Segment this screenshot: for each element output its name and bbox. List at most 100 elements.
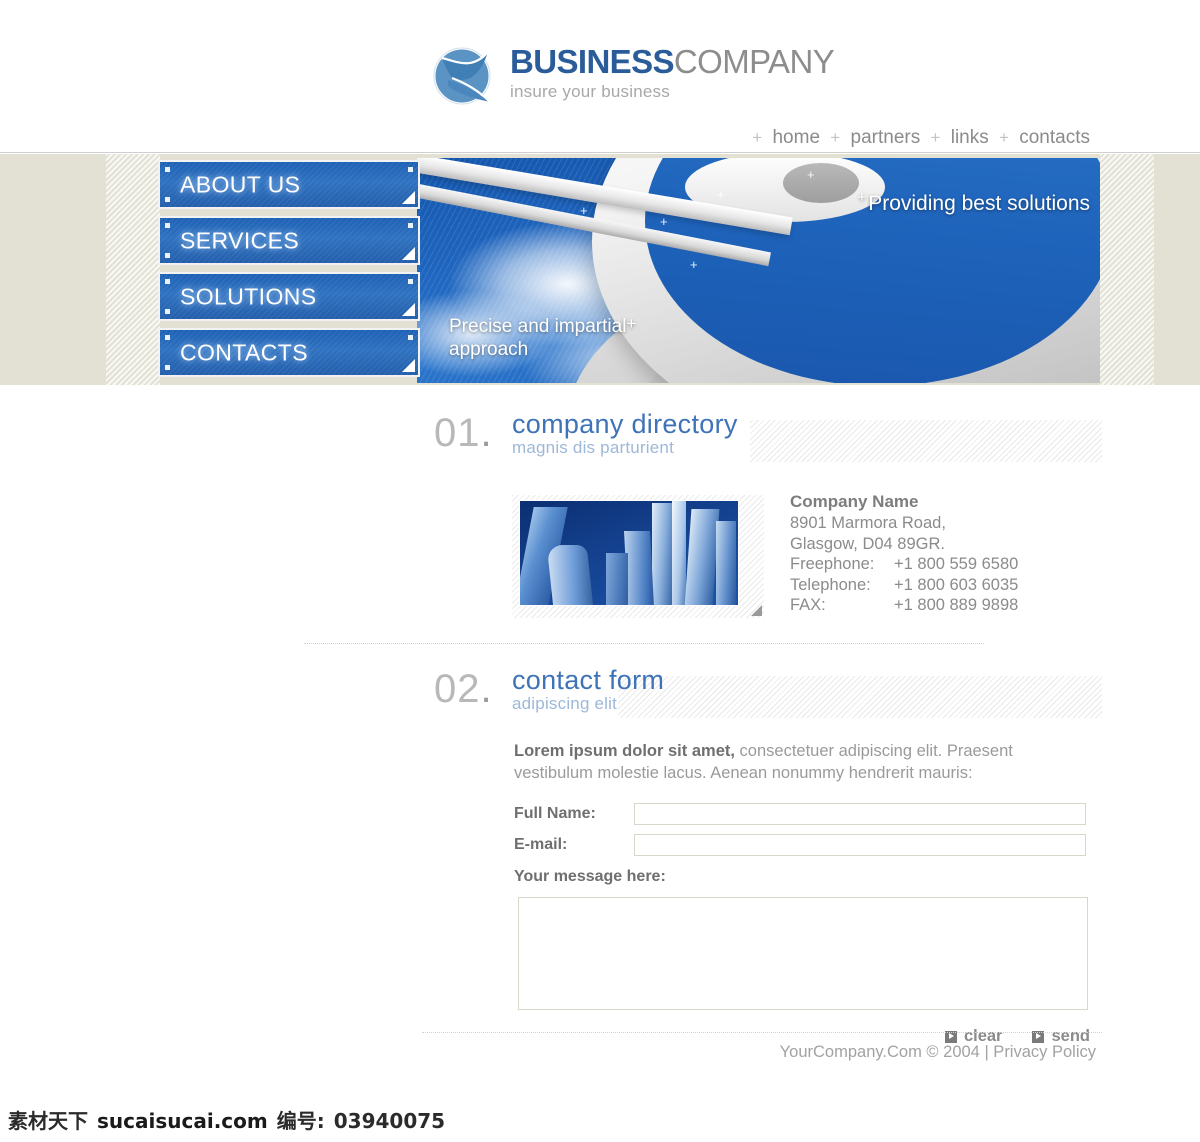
top-navigation: + home + partners + links + contacts: [749, 127, 1092, 149]
building-shape: [672, 501, 686, 605]
nav-separator-icon: +: [752, 128, 763, 147]
section-number-dot: .: [480, 411, 493, 455]
form-intro-text: Lorem ipsum dolor sit amet, consectetuer…: [514, 741, 1070, 784]
message-label: Your message here:: [514, 868, 666, 885]
corner-mark-icon: [408, 279, 413, 284]
section-title: company directory: [512, 409, 738, 439]
fullname-label: Full Name:: [514, 805, 596, 822]
company-freephone: Freephone: +1 800 559 6580: [790, 554, 1018, 575]
nav-link-partners[interactable]: partners: [849, 127, 923, 148]
corner-mark-icon: [165, 279, 170, 284]
building-shape: [546, 545, 594, 605]
banner-caption-left-line1: Precise and impartial+: [449, 314, 637, 338]
nav-link-contacts[interactable]: contacts: [1017, 127, 1092, 148]
sidebar-item-services[interactable]: SERVICES: [158, 216, 420, 265]
telephone-value: +1 800 603 6035: [894, 575, 1019, 594]
building-shape: [716, 521, 736, 605]
sidebar-item-about-us[interactable]: ABOUT US: [158, 160, 420, 209]
corner-mark-icon: [165, 167, 170, 172]
nav-link-links[interactable]: links: [949, 127, 991, 148]
directory-photo-frame: [512, 495, 764, 618]
corner-triangle-icon: [402, 303, 415, 316]
company-name: Company Name: [790, 492, 919, 511]
sparkle-icon: +: [690, 257, 698, 272]
section-number-value: 01: [434, 411, 481, 455]
company-directory-row: Company Name 8901 Marmora Road, Glasgow,…: [434, 491, 1102, 621]
sparkle-icon: +: [580, 203, 588, 218]
section-number-dot: .: [480, 667, 493, 711]
plus-marker-icon: +: [626, 314, 637, 333]
section-divider: [304, 643, 984, 645]
message-textarea[interactable]: [518, 897, 1088, 1010]
corner-mark-icon: [165, 365, 170, 370]
building-shape: [624, 531, 654, 605]
fax-value: +1 800 889 9898: [894, 596, 1019, 614]
banner-caption-right: +Providing best solutions: [857, 189, 1090, 216]
section-title-group: contact form adipiscing elit: [512, 665, 664, 714]
sparkle-icon: +: [717, 187, 725, 202]
corner-mark-icon: [408, 335, 413, 340]
sidebar-item-label: SERVICES: [180, 227, 300, 253]
corner-triangle-icon: [402, 359, 415, 372]
nav-separator-icon: +: [830, 128, 841, 147]
corner-mark-icon: [165, 335, 170, 340]
section-header-company-directory: 01. company directory magnis dis parturi…: [434, 409, 1102, 467]
globe-swoosh-logo-icon: [428, 40, 500, 108]
company-fax: FAX: +1 800 889 9898: [790, 595, 1018, 616]
building-shape: [606, 553, 628, 605]
sidebar-item-label: ABOUT US: [180, 171, 301, 197]
company-contact-details: Company Name 8901 Marmora Road, Glasgow,…: [790, 491, 1018, 616]
watermark-cn: 素材天下: [8, 1109, 88, 1133]
section-subtitle: adipiscing elit: [512, 694, 618, 713]
section-hatch-decoration: [750, 420, 1102, 462]
footer-divider: [422, 1032, 1102, 1033]
fax-label: FAX:: [790, 596, 826, 614]
logo-title-light: COMPANY: [673, 43, 835, 80]
section-title-group: company directory magnis dis parturient: [512, 409, 738, 458]
freephone-value: +1 800 559 6580: [894, 555, 1019, 573]
freephone-label: Freephone:: [790, 555, 875, 573]
telephone-label: Telephone:: [790, 575, 871, 594]
header-divider: [0, 152, 1200, 153]
email-input[interactable]: [634, 834, 1086, 856]
nav-separator-icon: +: [930, 128, 941, 147]
logo-title: BUSINESSCOMPANY: [510, 43, 835, 80]
logo[interactable]: BUSINESSCOMPANY insure your business: [428, 40, 835, 108]
footer-copyright: YourCompany.Com © 2004 | Privacy Policy: [779, 1043, 1096, 1061]
email-label: E-mail:: [514, 836, 568, 853]
corner-mark-icon: [165, 197, 170, 202]
photo-corner-triangle-icon: [751, 605, 762, 616]
building-shape: [684, 509, 720, 605]
city-skyscrapers-photo: [520, 501, 738, 605]
section-title: contact form: [512, 665, 665, 695]
sidebar-item-solutions[interactable]: SOLUTIONS: [158, 272, 420, 321]
nav-link-home[interactable]: home: [770, 127, 822, 148]
section-number-value: 02: [434, 667, 481, 711]
banner-caption-left-text1: Precise and impartial: [449, 316, 627, 337]
company-address-line1: 8901 Marmora Road,: [790, 514, 946, 532]
fullname-input[interactable]: [634, 803, 1086, 825]
logo-title-bold: BUSINESS: [510, 43, 675, 80]
watermark: 素材天下 sucaisucai.com 编号: 03940075: [8, 1105, 445, 1134]
sparkle-icon: +: [807, 167, 815, 182]
contact-form: Lorem ipsum dolor sit amet, consectetuer…: [434, 741, 1102, 1051]
corner-mark-icon: [408, 223, 413, 228]
sidebar-item-contacts[interactable]: CONTACTS: [158, 328, 420, 377]
plus-marker-icon: +: [857, 189, 867, 206]
section-number: 02.: [434, 667, 493, 711]
side-menu: ABOUT US SERVICES SOLUTIONS CONTACTS: [158, 160, 420, 384]
nav-separator-icon: +: [999, 128, 1009, 147]
corner-mark-icon: [165, 309, 170, 314]
section-subtitle: magnis dis parturient: [512, 438, 674, 457]
sidebar-item-label: CONTACTS: [180, 339, 308, 365]
logo-tagline: insure your business: [510, 82, 670, 101]
section-number: 01.: [434, 411, 493, 455]
building-shape: [652, 503, 672, 605]
hatch-pattern-right: [1100, 154, 1154, 385]
sparkle-icon: +: [660, 214, 668, 229]
banner-caption-left-line2: approach: [449, 339, 529, 360]
company-telephone: Telephone: +1 800 603 6035: [790, 575, 1018, 596]
banner-caption-right-text: Providing best solutions: [868, 192, 1090, 215]
corner-triangle-icon: [402, 191, 415, 204]
page-header: BUSINESSCOMPANY insure your business + h…: [0, 0, 1200, 153]
